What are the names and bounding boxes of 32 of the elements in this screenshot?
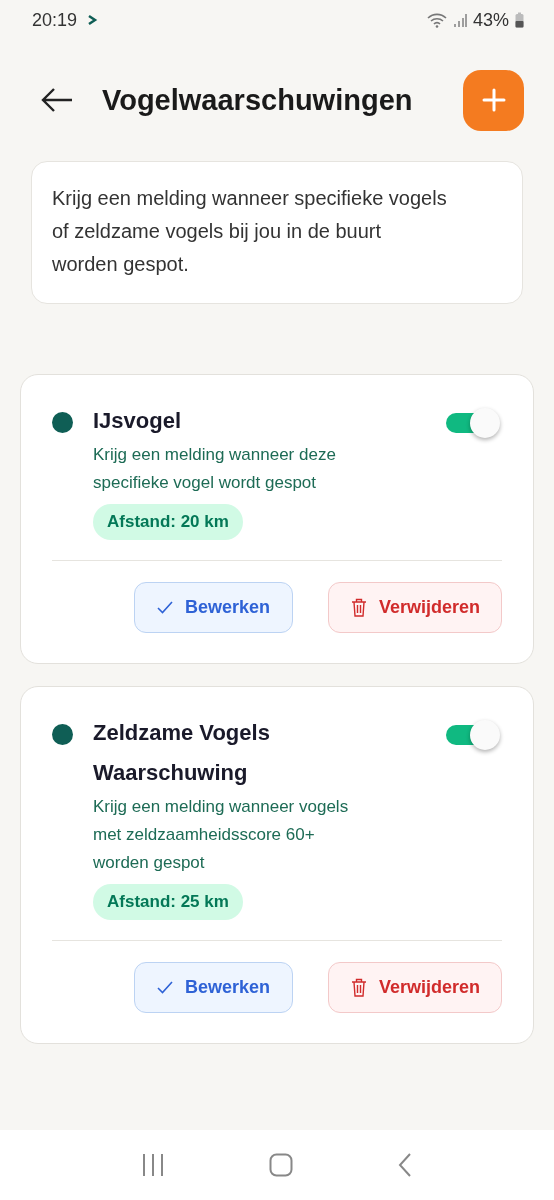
battery-icon [515, 12, 524, 28]
intro-card: Krijg een melding wanneer specifieke vogels of zeldzame vogels bij jou in de buurt worden gespot. [31, 161, 523, 304]
signal-icon [452, 12, 467, 28]
wifi-icon [426, 12, 447, 28]
alert-title: Zeldzame Vogels Waarschuwing [93, 719, 271, 787]
status-dot [52, 412, 73, 433]
recent-apps-button[interactable] [142, 1154, 165, 1176]
delete-button[interactable]: Verwijderen [327, 582, 502, 633]
trash-icon [350, 598, 367, 617]
edit-button[interactable]: Bewerken [133, 962, 293, 1013]
toggle-switch[interactable] [446, 720, 502, 750]
distance-tag: Afstand: 20 km [93, 504, 243, 540]
page-title: Vogelwaarschuwingen [102, 83, 414, 117]
battery-percentage: 43% [472, 9, 509, 31]
check-icon [156, 601, 173, 614]
status-dot [52, 724, 73, 745]
edit-button[interactable]: Bewerken [133, 582, 293, 633]
home-button[interactable] [269, 1153, 293, 1177]
add-button[interactable] [463, 69, 524, 131]
distance-tag: Afstand: 25 km [93, 884, 243, 920]
trash-icon [350, 978, 367, 997]
alert-description: Krijg een melding wanneer deze specifieke vogel wordt gespot [93, 444, 337, 494]
back-button[interactable] [40, 87, 74, 113]
toggle-switch[interactable] [446, 408, 502, 438]
alert-description: Krijg een melding wanneer vogels met zeldzaamheidsscore 60+ worden gespot [93, 796, 350, 874]
delete-button[interactable]: Verwijderen [327, 962, 502, 1013]
back-arrow-icon [40, 87, 74, 113]
plus-icon [481, 88, 506, 112]
clock: 20:19 [32, 9, 78, 31]
back-nav-button[interactable] [397, 1153, 412, 1177]
alert-title: IJsvogel [93, 407, 183, 435]
check-icon [156, 981, 173, 994]
